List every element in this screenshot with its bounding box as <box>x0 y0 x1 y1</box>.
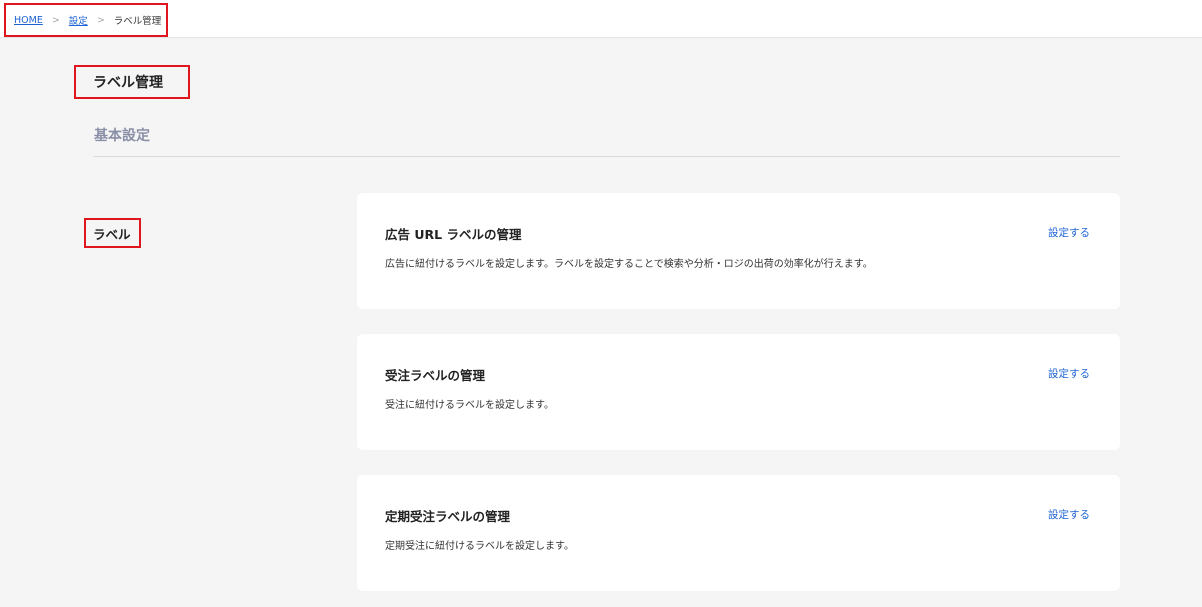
order-label-card: 受注ラベルの管理 受注に紐付けるラベルを設定します。 設定する <box>357 334 1120 450</box>
subscription-order-label-card: 定期受注ラベルの管理 定期受注に紐付けるラベルを設定します。 設定する <box>357 475 1120 591</box>
card-title: 受注ラベルの管理 <box>385 368 486 383</box>
subscription-order-label-settings-link[interactable]: 設定する <box>1048 507 1090 522</box>
breadcrumb-settings-link[interactable]: 設定 <box>69 13 88 27</box>
page-title: ラベル管理 <box>74 65 190 99</box>
card-title: 広告 URL ラベルの管理 <box>385 227 522 242</box>
card-title: 定期受注ラベルの管理 <box>385 509 511 524</box>
top-bar: HOME > 設定 > ラベル管理 <box>0 0 1202 38</box>
card-description: 定期受注に紐付けるラベルを設定します。 <box>385 541 574 552</box>
section-divider <box>93 156 1120 157</box>
ad-url-label-card: 広告 URL ラベルの管理 広告に紐付けるラベルを設定します。ラベルを設定するこ… <box>357 193 1120 309</box>
order-label-settings-link[interactable]: 設定する <box>1048 366 1090 381</box>
breadcrumb-separator: > <box>96 14 105 26</box>
card-description: 広告に紐付けるラベルを設定します。ラベルを設定することで検索や分析・ロジの出荷の… <box>385 259 873 270</box>
breadcrumb-current: ラベル管理 <box>113 16 162 27</box>
card-description: 受注に紐付けるラベルを設定します。 <box>385 400 554 411</box>
ad-url-label-settings-link[interactable]: 設定する <box>1048 225 1090 240</box>
breadcrumb-home-link[interactable]: HOME <box>14 15 43 26</box>
breadcrumb-separator: > <box>51 14 60 26</box>
section-title: 基本設定 <box>94 128 150 144</box>
breadcrumb: HOME > 設定 > ラベル管理 <box>4 3 168 37</box>
side-label: ラベル <box>84 218 141 248</box>
